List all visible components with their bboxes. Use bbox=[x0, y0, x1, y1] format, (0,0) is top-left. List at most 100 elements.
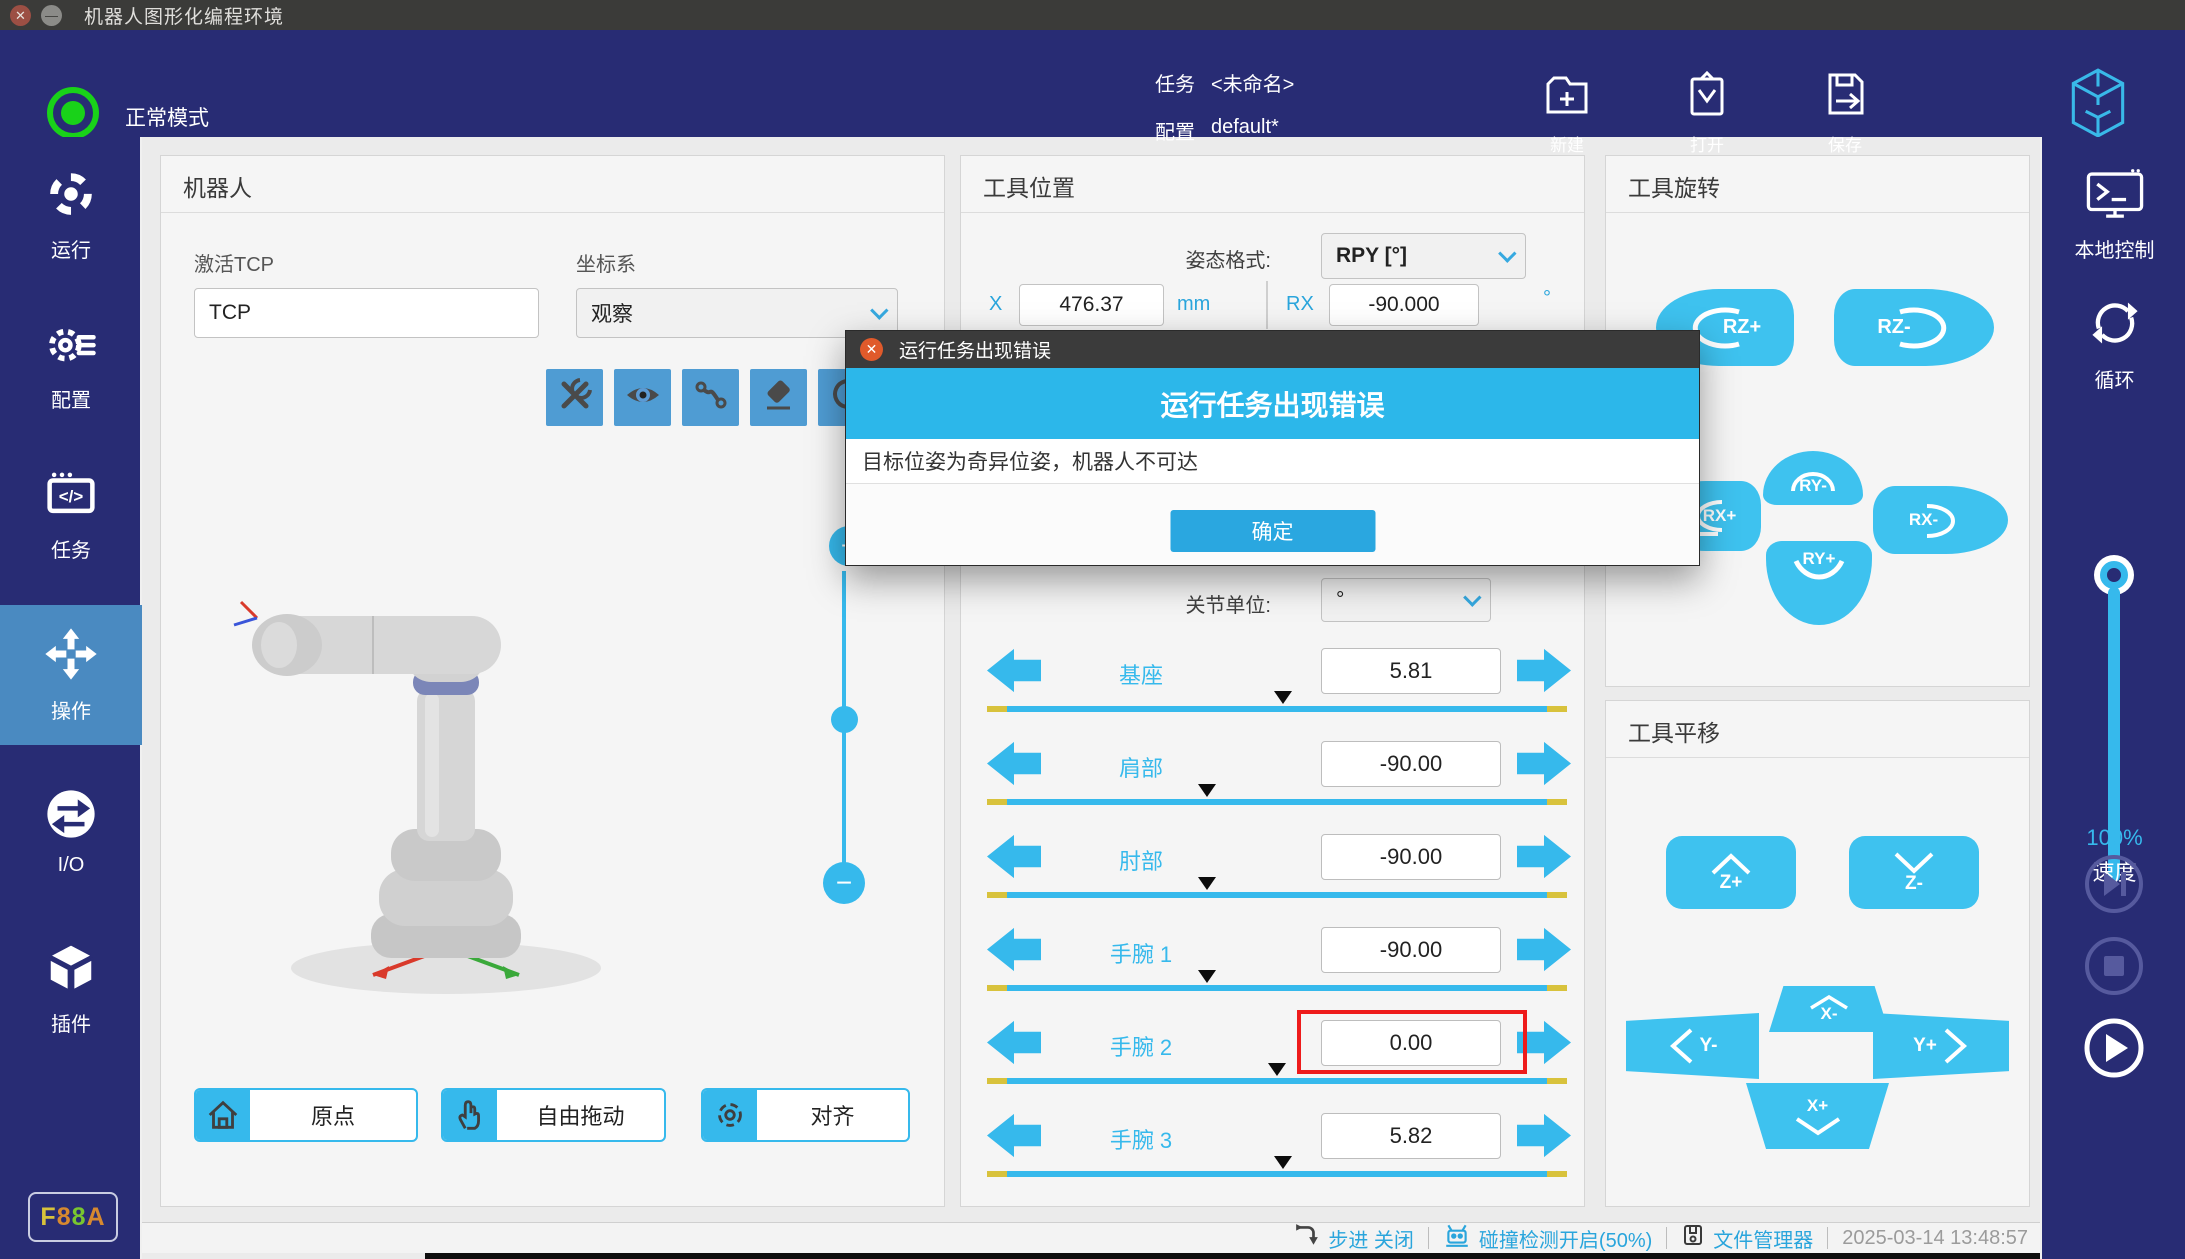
robot-panel: 机器人 激活TCP TCP 坐标系 观察 bbox=[160, 155, 945, 1207]
view-zoom-out-button[interactable]: − bbox=[823, 862, 865, 904]
move-arrows-icon bbox=[43, 626, 99, 687]
chevron-down-icon bbox=[1463, 588, 1481, 606]
robot-3d-view[interactable] bbox=[221, 576, 691, 1006]
rz-minus-button[interactable]: RZ- bbox=[1834, 289, 1994, 366]
joint-base-value-input[interactable]: 5.81 bbox=[1321, 648, 1501, 694]
joint-elbow-label: 肘部 bbox=[1021, 844, 1261, 876]
x-plus-button[interactable]: X+ bbox=[1746, 1083, 1889, 1149]
play-button[interactable] bbox=[2083, 1017, 2145, 1079]
joint-wrist1-value-input[interactable]: -90.00 bbox=[1321, 927, 1501, 973]
app-window: { "window": { "title": "机器人图形化编程环境", "cl… bbox=[0, 0, 2185, 1259]
sidebar-item-io[interactable]: I/O bbox=[0, 762, 142, 902]
view-tools-button[interactable] bbox=[546, 369, 603, 426]
tool-translate-title: 工具平移 bbox=[1628, 714, 1720, 748]
robot-head-icon bbox=[1443, 1222, 1471, 1254]
eraser-icon bbox=[759, 375, 799, 420]
rx-value-input[interactable]: -90.000 bbox=[1329, 284, 1479, 326]
view-erase-button[interactable] bbox=[750, 369, 807, 426]
error-dialog: ✕ 运行任务出现错误 运行任务出现错误 目标位姿为奇异位姿，机器人不可达 确定 bbox=[845, 330, 1700, 566]
view-zoom-handle[interactable] bbox=[831, 706, 858, 733]
joint-wrist1-slider[interactable] bbox=[987, 985, 1567, 991]
device-code-badge: F 8 8 A bbox=[28, 1192, 118, 1242]
sidebar-item-run[interactable]: 运行 bbox=[0, 145, 142, 285]
joint-shoulder-plus-button[interactable] bbox=[1517, 741, 1571, 786]
collision-detect-status[interactable]: 碰撞检测开启(50%) bbox=[1443, 1222, 1652, 1254]
joint-wrist2-slider[interactable] bbox=[987, 1078, 1567, 1084]
joint-elbow-slider[interactable] bbox=[987, 892, 1567, 898]
ry-minus-button[interactable]: RY- bbox=[1763, 451, 1863, 505]
open-button[interactable]: 打开 bbox=[1652, 68, 1762, 156]
x-minus-button[interactable]: X- bbox=[1769, 986, 1889, 1032]
window-minimize-button[interactable]: — bbox=[41, 5, 62, 26]
sidebar-item-operate[interactable]: 操作 bbox=[0, 605, 142, 745]
terminal-icon bbox=[2084, 167, 2146, 226]
bottom-edge bbox=[425, 1253, 2040, 1259]
mode-label: 正常模式 bbox=[125, 102, 209, 132]
loop-button[interactable]: 循环 bbox=[2042, 295, 2185, 393]
task-value: <未命名> bbox=[1211, 68, 1294, 97]
dialog-message: 目标位姿为奇异位姿，机器人不可达 bbox=[846, 439, 1699, 484]
ry-plus-button[interactable]: RY+ bbox=[1766, 541, 1872, 625]
y-minus-button[interactable]: Y- bbox=[1626, 1013, 1759, 1079]
joint-wrist3-label: 手腕 3 bbox=[1021, 1123, 1261, 1155]
mode-status-icon bbox=[47, 87, 99, 139]
joint-wrist3-value-input[interactable]: 5.82 bbox=[1321, 1113, 1501, 1159]
align-button[interactable]: 对齐 bbox=[701, 1088, 910, 1142]
z-minus-button[interactable]: Z- bbox=[1849, 836, 1979, 909]
home-button[interactable]: 原点 bbox=[194, 1088, 418, 1142]
task-line: 任务 <未命名> bbox=[1155, 68, 1294, 97]
sidebar-item-config[interactable]: 配置 bbox=[0, 295, 142, 435]
hand-icon bbox=[443, 1090, 497, 1140]
new-file-icon bbox=[1541, 107, 1593, 124]
swap-arrows-icon bbox=[44, 787, 98, 846]
joint-wrist3-slider[interactable] bbox=[987, 1171, 1567, 1177]
y-plus-button[interactable]: Y+ bbox=[1873, 1013, 2009, 1079]
joint-shoulder-value-input[interactable]: -90.00 bbox=[1321, 741, 1501, 787]
error-dialog-titlebar[interactable]: ✕ 运行任务出现错误 bbox=[846, 331, 1699, 368]
tcp-input[interactable]: TCP bbox=[194, 288, 539, 338]
task-label: 任务 bbox=[1155, 68, 1195, 97]
joint-unit-label: 关节单位: bbox=[1091, 589, 1271, 618]
save-button[interactable]: 保存 bbox=[1790, 68, 1900, 156]
step-mode-status[interactable]: 步进 关闭 bbox=[1294, 1222, 1414, 1254]
joint-elbow-plus-button[interactable] bbox=[1517, 834, 1571, 879]
z-plus-button[interactable]: Z+ bbox=[1666, 836, 1796, 909]
joint-shoulder-slider[interactable] bbox=[987, 799, 1567, 805]
clock: 2025-03-14 13:48:57 bbox=[1842, 1227, 2028, 1250]
left-sidebar: 运行 配置 </> 任务 bbox=[0, 137, 142, 1259]
pose-format-dropdown[interactable]: RPY [°] bbox=[1321, 233, 1526, 279]
stop-button[interactable] bbox=[2083, 935, 2145, 997]
dialog-close-icon[interactable]: ✕ bbox=[860, 338, 883, 361]
free-drag-button[interactable]: 自由拖动 bbox=[441, 1088, 666, 1142]
new-button[interactable]: 新建 bbox=[1512, 68, 1622, 156]
tool-position-panel: 工具位置 姿态格式: RPY [°] X 476.37 mm RX -90.00… bbox=[960, 155, 1585, 1207]
window-close-button[interactable]: ✕ bbox=[10, 5, 31, 26]
status-bar: 步进 关闭 碰撞检测开启(50%) 文件管理器 2025-03-14 13:48… bbox=[142, 1222, 2040, 1253]
view-path-button[interactable] bbox=[682, 369, 739, 426]
joint-base-slider[interactable] bbox=[987, 706, 1567, 712]
rx-minus-button[interactable]: RX- bbox=[1873, 486, 2008, 554]
tool-position-title: 工具位置 bbox=[983, 169, 1075, 203]
joint-unit-dropdown[interactable]: ° bbox=[1321, 578, 1491, 622]
gear-icon bbox=[44, 317, 98, 376]
joint-elbow-value-input[interactable]: -90.00 bbox=[1321, 834, 1501, 880]
config-value: default* bbox=[1211, 116, 1279, 145]
x-axis-label: X bbox=[989, 293, 1002, 316]
view-visibility-button[interactable] bbox=[614, 369, 671, 426]
file-manager-link[interactable]: 文件管理器 bbox=[1681, 1223, 1813, 1253]
local-control-button[interactable]: 本地控制 bbox=[2042, 167, 2185, 263]
window-title: 机器人图形化编程环境 bbox=[84, 2, 284, 29]
chevron-down-icon bbox=[1498, 244, 1516, 262]
joint-base-plus-button[interactable] bbox=[1517, 648, 1571, 693]
joint-wrist2-label: 手腕 2 bbox=[1021, 1030, 1261, 1062]
x-value-input[interactable]: 476.37 bbox=[1019, 284, 1164, 326]
joint-wrist3-plus-button[interactable] bbox=[1517, 1113, 1571, 1158]
joint-shoulder-label: 肩部 bbox=[1021, 751, 1261, 783]
step-forward-button[interactable] bbox=[2083, 853, 2145, 915]
joint-base-label: 基座 bbox=[1021, 658, 1261, 690]
joint-wrist1-plus-button[interactable] bbox=[1517, 927, 1571, 972]
sidebar-item-task[interactable]: </> 任务 bbox=[0, 445, 142, 585]
sidebar-item-plugin[interactable]: 插件 bbox=[0, 919, 142, 1059]
tool-rotate-title: 工具旋转 bbox=[1628, 169, 1720, 203]
dialog-ok-button[interactable]: 确定 bbox=[1170, 510, 1375, 552]
